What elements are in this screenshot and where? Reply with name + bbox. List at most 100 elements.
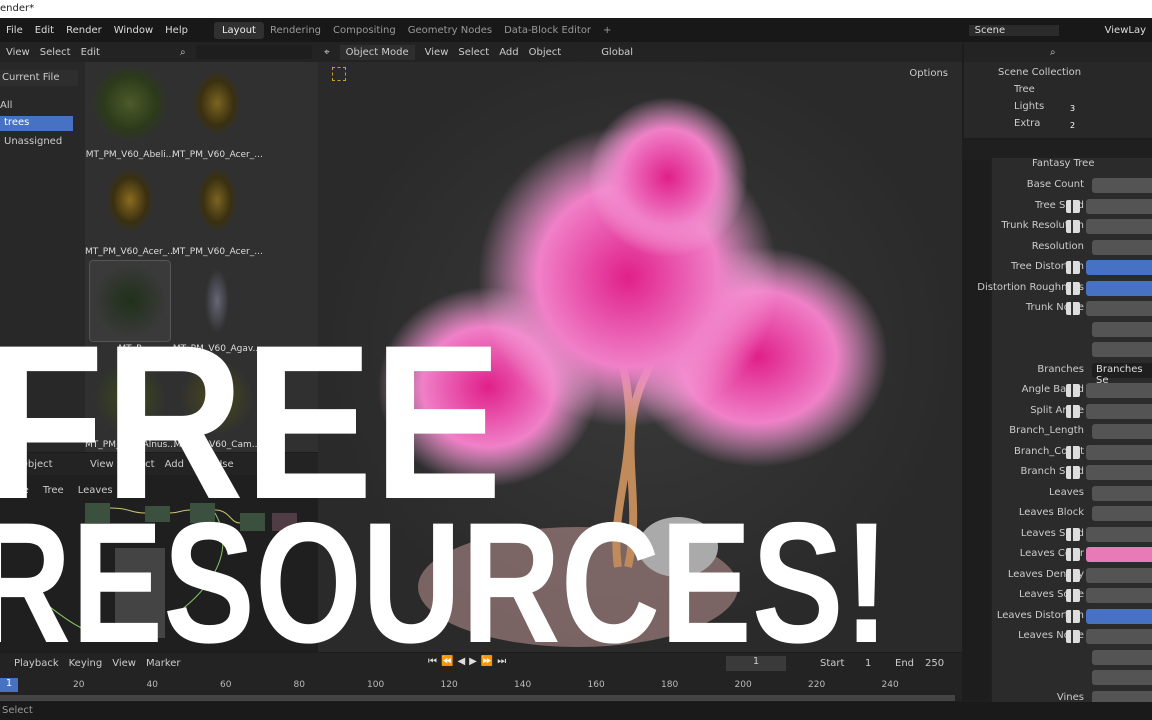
property-field[interactable] (1086, 465, 1152, 480)
catalog-unassigned[interactable]: Unassigned (4, 136, 62, 147)
scene-selector[interactable]: Scene (968, 24, 1059, 36)
property-field[interactable] (1086, 260, 1152, 275)
property-field[interactable] (1092, 670, 1152, 685)
property-field[interactable] (1086, 403, 1152, 419)
scene-collection[interactable]: Scene Collection (998, 67, 1081, 78)
input-socket-icon[interactable] (1066, 630, 1080, 643)
timeline-tick: 140 (514, 680, 532, 690)
tab-layout[interactable]: Layout (213, 21, 264, 39)
property-field[interactable] (1092, 342, 1152, 357)
property-row: Angle Based (962, 383, 1152, 399)
property-row (962, 649, 1152, 666)
menu-select[interactable]: Select (40, 47, 71, 58)
options-button[interactable]: Options (909, 68, 948, 79)
search-input[interactable] (195, 45, 312, 59)
asset-thumbnail[interactable] (177, 67, 257, 147)
property-field[interactable] (1092, 239, 1152, 255)
property-field[interactable] (1086, 301, 1152, 316)
input-socket-icon[interactable] (1066, 466, 1080, 479)
menu-edit[interactable]: Edit (29, 25, 60, 36)
property-row (962, 342, 1152, 358)
outliner-item-tree[interactable]: Tree (1014, 84, 1035, 95)
property-field[interactable]: Branches Se (1092, 362, 1152, 386)
modifier-name[interactable]: Fantasy Tree (1032, 158, 1095, 169)
input-socket-icon[interactable] (1066, 302, 1080, 315)
property-field[interactable] (1086, 198, 1152, 214)
property-field[interactable] (1086, 444, 1152, 460)
input-socket-icon[interactable] (1066, 589, 1080, 602)
menu-select[interactable]: Select (458, 47, 489, 58)
view-layer-selector[interactable]: ViewLay (1099, 25, 1152, 36)
property-label: Branches (1037, 363, 1084, 375)
add-workspace-button[interactable]: + (597, 25, 617, 36)
asset-label: MT_PM_V60_Acer_... (172, 247, 263, 257)
timeline-scrollbar[interactable] (0, 695, 955, 701)
property-row: Leaves Distortion (962, 608, 1152, 625)
property-field[interactable] (1092, 485, 1152, 501)
catalog-trees[interactable]: trees (0, 116, 73, 131)
menu-add[interactable]: Add (499, 47, 518, 58)
timeline-tick: 120 (440, 680, 458, 690)
input-socket-icon[interactable] (1066, 281, 1080, 295)
tab-rendering[interactable]: Rendering (264, 25, 327, 36)
asset-thumbnail[interactable] (90, 67, 170, 147)
tab-data-block-editor[interactable]: Data-Block Editor (498, 25, 597, 36)
property-row: Branch_Count (962, 444, 1152, 461)
editor-type-icon[interactable]: ⌖ (324, 47, 330, 58)
asset-thumbnail[interactable] (90, 164, 170, 244)
property-field[interactable] (1092, 178, 1152, 193)
end-label: End (895, 658, 915, 669)
menu-file[interactable]: File (0, 25, 29, 36)
property-field[interactable] (1092, 506, 1152, 521)
property-field[interactable] (1086, 383, 1152, 398)
asset-library-selector[interactable]: Current File (0, 70, 78, 86)
catalog-all[interactable]: All (0, 100, 12, 111)
property-field[interactable] (1086, 219, 1152, 234)
input-socket-icon[interactable] (1066, 568, 1080, 582)
input-socket-icon[interactable] (1066, 445, 1080, 459)
menu-view[interactable]: View (6, 47, 30, 58)
outliner-item-lights[interactable]: Lights (1014, 101, 1044, 112)
orientation-selector[interactable]: Global (601, 47, 633, 58)
lights-count-badge: 3 (1070, 104, 1076, 113)
input-socket-icon[interactable] (1066, 609, 1080, 623)
extra-count-badge: 2 (1070, 121, 1076, 130)
menu-edit[interactable]: Edit (81, 47, 100, 58)
property-field[interactable] (1092, 321, 1152, 337)
property-field[interactable] (1092, 424, 1152, 439)
current-frame-indicator[interactable]: 1 (0, 678, 18, 692)
search-icon[interactable]: ⌕ (1050, 47, 1056, 58)
timeline-tick: 60 (220, 680, 232, 690)
property-field[interactable] (1086, 547, 1152, 562)
search-icon[interactable]: ⌕ (180, 47, 186, 58)
input-socket-icon[interactable] (1066, 220, 1080, 233)
tab-geometry-nodes[interactable]: Geometry Nodes (402, 25, 498, 36)
input-socket-icon[interactable] (1066, 527, 1080, 541)
menu-object[interactable]: Object (529, 47, 562, 58)
select-tool-icon[interactable] (332, 67, 346, 81)
input-socket-icon[interactable] (1066, 404, 1080, 418)
menu-window[interactable]: Window (108, 25, 159, 36)
input-socket-icon[interactable] (1066, 384, 1080, 397)
menu-help[interactable]: Help (159, 25, 194, 36)
property-field[interactable] (1086, 567, 1152, 583)
property-field[interactable] (1086, 526, 1152, 542)
outliner-item-extra[interactable]: Extra (1014, 118, 1040, 129)
end-frame-field[interactable]: 250 (925, 658, 944, 669)
property-field[interactable] (1086, 280, 1152, 296)
property-field[interactable] (1086, 629, 1152, 644)
input-socket-icon[interactable] (1066, 548, 1080, 561)
input-socket-icon[interactable] (1066, 199, 1080, 213)
menu-view[interactable]: View (425, 47, 449, 58)
property-field[interactable] (1086, 588, 1152, 603)
properties-editor: Fantasy Tree Base Count Tree Seed Trunk Re… (962, 140, 1152, 706)
property-row: Base Count (962, 178, 1152, 194)
property-field[interactable] (1086, 608, 1152, 624)
timeline-tick: 240 (881, 680, 899, 690)
menu-render[interactable]: Render (60, 25, 108, 36)
asset-thumbnail[interactable] (177, 164, 257, 244)
mode-selector[interactable]: Object Mode (339, 44, 415, 60)
tab-compositing[interactable]: Compositing (327, 25, 402, 36)
input-socket-icon[interactable] (1066, 261, 1080, 274)
property-field[interactable] (1092, 649, 1152, 665)
